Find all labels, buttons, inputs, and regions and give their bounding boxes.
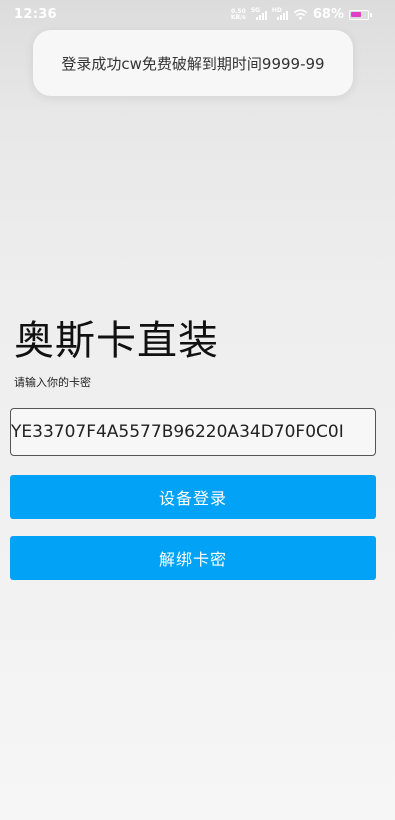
toast-message: 登录成功cw免费破解到期时间9999-99: [61, 54, 325, 73]
key-input-label: 请输入你的卡密: [14, 376, 91, 389]
status-icons: 0.50 KB/s 5G HD 68%: [230, 7, 372, 22]
device-login-button[interactable]: 设备登录: [10, 475, 376, 519]
network-speed-unit: KB/s: [230, 13, 246, 21]
status-bar: 12:36 0.50 KB/s 5G HD 68%: [0, 0, 395, 32]
battery-level-fill: [351, 11, 361, 17]
card-key-input[interactable]: [10, 408, 376, 456]
unbind-key-button[interactable]: 解绑卡密: [10, 536, 376, 580]
cell-signal-1-icon: 5G: [251, 7, 267, 20]
cell-signal-2-icon: HD: [272, 7, 288, 20]
battery-icon: [349, 9, 372, 20]
app-title: 奥斯卡直装: [14, 318, 219, 364]
toast-notification: 登录成功cw免费破解到期时间9999-99: [33, 30, 353, 96]
status-time: 12:36: [14, 7, 57, 22]
battery-percent: 68%: [312, 7, 344, 22]
network-speed-indicator: 0.50 KB/s: [230, 8, 246, 21]
wifi-icon: [293, 8, 308, 20]
